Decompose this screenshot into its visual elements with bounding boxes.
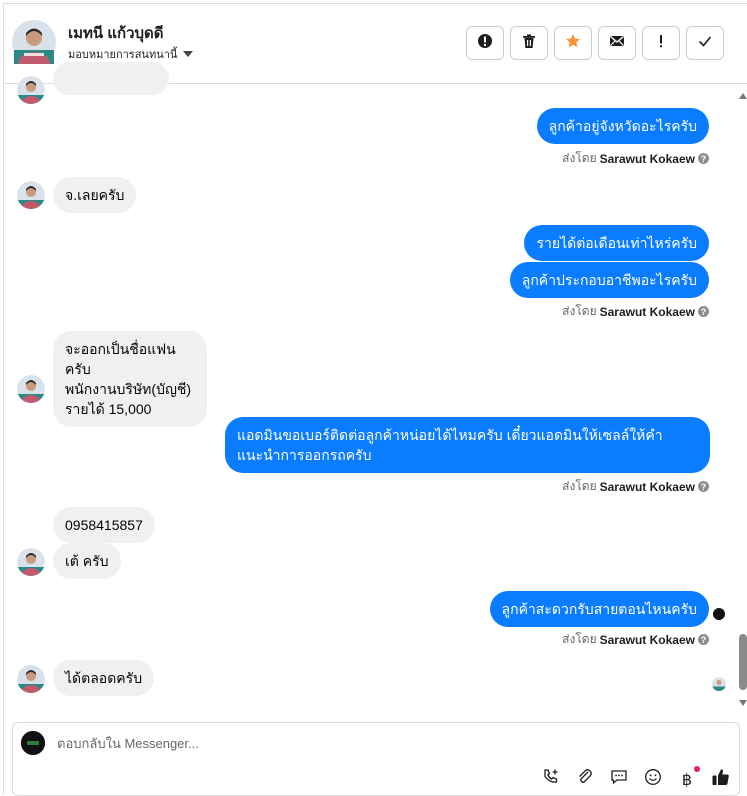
phone-plus-icon [542,768,560,791]
seen-page-avatar [713,608,725,620]
sent-by-name: Sarawut Kokaew [599,151,695,166]
scroll-up-arrow[interactable] [739,93,747,99]
sent-by-prefix: ส่งโดย [562,304,597,318]
customer-avatar [17,375,45,403]
call-button[interactable] [541,768,561,791]
help-icon[interactable]: ? [698,634,709,645]
scrollbar-thumb[interactable] [739,634,747,690]
sent-by-prefix: ส่งโดย [562,479,597,493]
incoming-message[interactable]: ได้ตลอดครับ [53,660,155,696]
customer-avatar [17,181,45,209]
notification-dot [694,766,700,772]
scroll-down-arrow[interactable] [739,700,747,706]
message-line: จะออกเป็นชื่อแฟนครับ [65,341,176,377]
seen-by-customer-avatar [712,677,726,691]
paperclip-icon [576,768,594,791]
smiley-icon [644,768,662,791]
outgoing-message[interactable]: ลูกค้าสะดวกรับสายตอนไหนครับ [489,591,709,627]
incoming-message[interactable]: จ.เลยครับ [53,177,137,213]
outgoing-message[interactable]: รายได้ต่อเดือนเท่าไหร่ครับ [524,225,709,261]
sent-by-label: ส่งโดย Sarawut Kokaew ? [562,630,709,649]
thumbs-up-icon [711,767,731,792]
customer-avatar [17,548,45,576]
page-avatar [21,731,45,755]
help-icon[interactable]: ? [698,153,709,164]
attach-button[interactable] [575,768,595,791]
sent-by-label: ส่งโดย Sarawut Kokaew ? [562,302,709,321]
message-line: รายได้ 15,000 [65,401,152,417]
outgoing-message[interactable]: แอดมินขอเบอร์ติดต่อลูกค้าหน่อยได้ไหมครับ… [225,417,710,473]
saved-replies-button[interactable] [609,769,629,789]
emoji-button[interactable] [643,768,663,791]
conversation-panel: เมทนี แก้วบุดดี มอบหมายการสนทนานี้ ลูกค้… [3,3,747,796]
reply-input[interactable] [57,736,657,751]
sent-by-prefix: ส่งโดย [562,632,597,646]
help-icon[interactable]: ? [698,306,709,317]
sent-by-name: Sarawut Kokaew [599,479,695,494]
sent-by-label: ส่งโดย Sarawut Kokaew ? [562,477,709,496]
incoming-message[interactable]: 0958415857 [53,507,155,543]
baht-icon: ฿ [681,769,693,789]
incoming-message[interactable]: จะออกเป็นชื่อแฟนครับ พนักงานบริษัท(บัญชี… [53,331,207,427]
chat-bubble-icon [610,768,628,791]
incoming-message[interactable]: เต้ ครับ [53,543,121,579]
outgoing-message[interactable]: ลูกค้าอยู่จังหวัดอะไรครับ [536,108,709,144]
message-line: พนักงานบริษัท(บัญชี) [65,381,192,397]
payment-button[interactable]: ฿ [677,766,700,789]
outgoing-message[interactable]: ลูกค้าประกอบอาชีพอะไรครับ [509,262,709,298]
header-mask [4,4,747,84]
reply-composer: ฿ [12,722,740,796]
sent-by-prefix: ส่งโดย [562,151,597,165]
like-button[interactable] [711,767,731,792]
sent-by-label: ส่งโดย Sarawut Kokaew ? [562,149,709,168]
sent-by-name: Sarawut Kokaew [599,632,695,647]
sent-by-name: Sarawut Kokaew [599,304,695,319]
help-icon[interactable]: ? [698,481,709,492]
customer-avatar [17,665,45,693]
